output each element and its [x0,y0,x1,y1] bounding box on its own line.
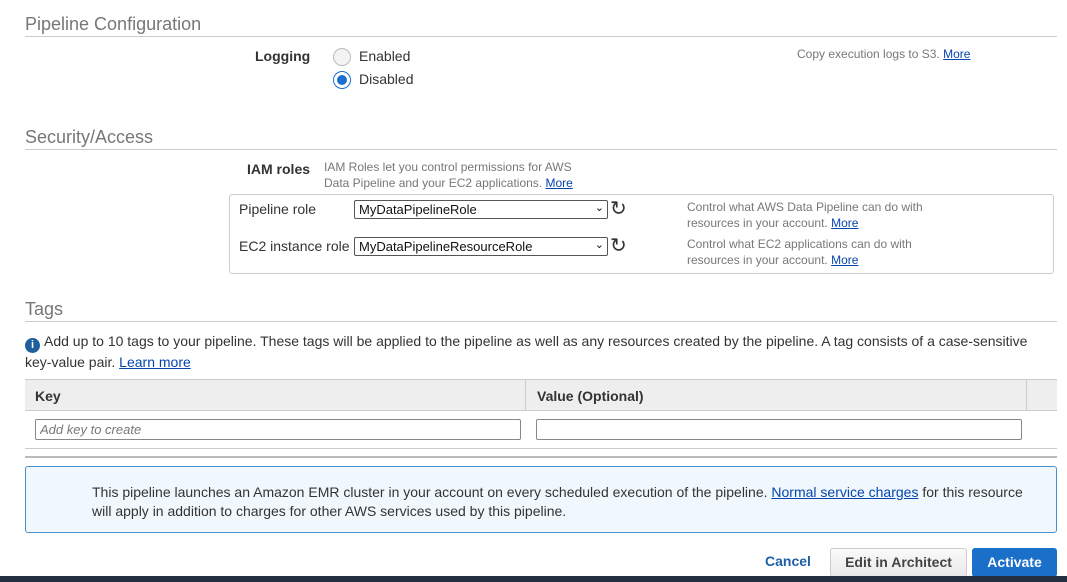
logging-disabled-label[interactable]: Disabled [359,71,413,87]
security-access-title: Security/Access [25,127,154,147]
chevron-down-icon: ⌄ [594,239,604,251]
pipeline-configuration-title: Pipeline Configuration [25,14,202,34]
activate-button[interactable]: Activate [972,548,1057,577]
key-column-header: Key [35,388,61,404]
divider [25,321,1057,322]
info-icon: i [25,338,40,353]
ec2-role-value: MyDataPipelineResourceRole [359,239,533,254]
logging-help: Copy execution logs to S3. [797,47,940,61]
roles-panel [229,194,1054,274]
ec2-role-select[interactable]: MyDataPipelineResourceRole ⌄ [354,237,608,256]
value-column-header: Value (Optional) [537,388,644,404]
logging-disabled-radio[interactable] [333,71,351,89]
pipeline-role-more-link[interactable]: More [831,216,858,230]
ec2-role-help-line2: resources in your account. [687,253,828,267]
divider [25,149,1057,150]
cancel-button[interactable]: Cancel [765,553,811,569]
pipeline-role-help-line1: Control what AWS Data Pipeline can do wi… [687,200,923,214]
tags-title: Tags [25,299,64,319]
pipeline-role-help-line2: resources in your account. [687,216,828,230]
ec2-role-more-link[interactable]: More [831,253,858,267]
divider [25,456,1057,458]
logging-label: Logging [255,48,311,64]
logging-enabled-label[interactable]: Enabled [359,48,410,64]
iam-roles-label: IAM roles [247,161,311,177]
refresh-icon[interactable]: ↻ [610,199,627,219]
bottom-bar [0,576,1067,582]
pipeline-role-label: Pipeline role [239,201,317,217]
divider [25,36,1057,37]
iam-help-line1: IAM Roles let you control permissions fo… [324,160,572,174]
edit-in-architect-button[interactable]: Edit in Architect [830,548,967,577]
notice-text: This pipeline launches an Amazon EMR clu… [92,484,768,500]
tag-value-input[interactable] [536,419,1022,440]
ec2-role-help-line1: Control what EC2 applications can do wit… [687,237,912,251]
tag-key-input[interactable] [35,419,521,440]
logging-more-link[interactable]: More [943,47,970,61]
logging-enabled-radio[interactable] [333,48,351,66]
iam-more-link[interactable]: More [545,176,572,190]
learn-more-link[interactable]: Learn more [119,354,191,370]
tags-table-header: Key Value (Optional) [25,379,1057,411]
pipeline-role-value: MyDataPipelineRole [359,202,477,217]
refresh-icon[interactable]: ↻ [610,236,627,256]
chevron-down-icon: ⌄ [594,202,604,214]
ec2-role-label: EC2 instance role [239,238,350,254]
pipeline-role-select[interactable]: MyDataPipelineRole ⌄ [354,200,608,219]
service-charges-link[interactable]: Normal service charges [771,484,918,500]
emr-notice: This pipeline launches an Amazon EMR clu… [25,466,1057,533]
iam-help-line2: Data Pipeline and your EC2 applications. [324,176,543,190]
divider [25,448,1057,449]
